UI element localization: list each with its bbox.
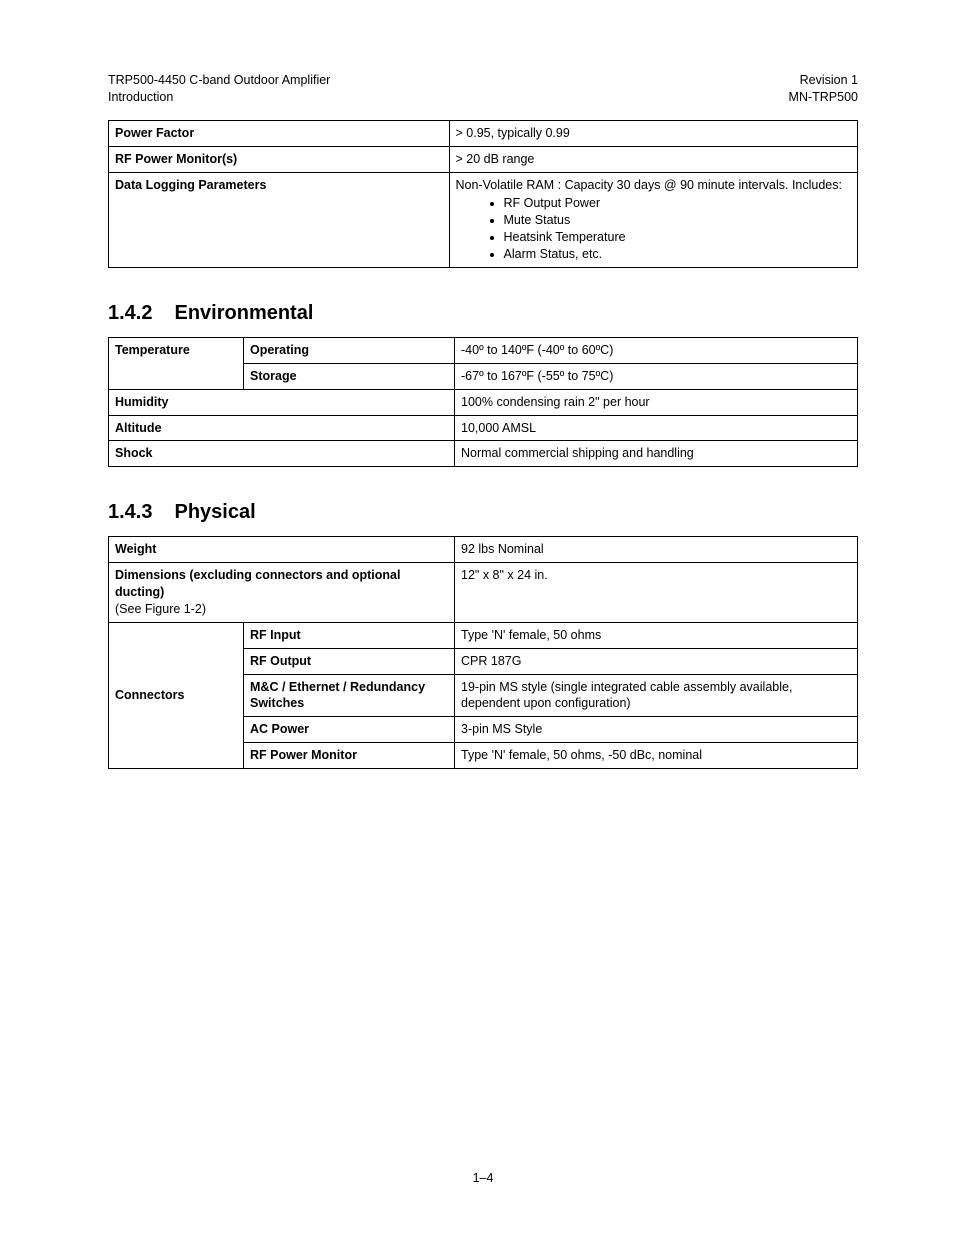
page-header: TRP500-4450 C-band Outdoor Amplifier Int… — [108, 72, 858, 106]
label-connectors: Connectors — [109, 622, 244, 768]
value-conn-rf-output: CPR 187G — [455, 648, 858, 674]
value-power-factor: > 0.95, typically 0.99 — [449, 120, 858, 146]
value-conn-mc: 19-pin MS style (single integrated cable… — [455, 674, 858, 717]
label-dimensions: Dimensions (excluding connectors and opt… — [109, 563, 455, 623]
value-dimensions: 12" x 8" x 24 in. — [455, 563, 858, 623]
header-left: TRP500-4450 C-band Outdoor Amplifier Int… — [108, 72, 330, 106]
header-right: Revision 1 MN-TRP500 — [789, 72, 858, 106]
spec-table-physical: Weight 92 lbs Nominal Dimensions (exclud… — [108, 536, 858, 769]
heading-physical: 1.4.3 Physical — [108, 501, 858, 524]
value-humidity: 100% condensing rain 2" per hour — [455, 389, 858, 415]
value-temp-operating: -40º to 140ºF (-40º to 60ºC) — [455, 337, 858, 363]
data-logging-lead: Non-Volatile RAM : Capacity 30 days @ 90… — [456, 178, 842, 192]
table-row: Connectors RF Input Type 'N' female, 50 … — [109, 622, 858, 648]
heading-num: 1.4.2 — [108, 302, 152, 325]
label-temp-storage: Storage — [244, 363, 455, 389]
label-conn-ac-power: AC Power — [244, 717, 455, 743]
label-humidity: Humidity — [109, 389, 455, 415]
label-weight: Weight — [109, 537, 455, 563]
spec-table-top: Power Factor > 0.95, typically 0.99 RF P… — [108, 120, 858, 268]
table-row: Shock Normal commercial shipping and han… — [109, 441, 858, 467]
header-docno: MN-TRP500 — [789, 89, 858, 106]
label-altitude: Altitude — [109, 415, 455, 441]
list-item: Mute Status — [504, 212, 852, 229]
page-number: 1–4 — [473, 1171, 494, 1185]
heading-title: Environmental — [174, 302, 313, 324]
label-temp-operating: Operating — [244, 337, 455, 363]
label-conn-rf-mon: RF Power Monitor — [244, 743, 455, 769]
value-temp-storage: -67º to 167ºF (-55º to 75ºC) — [455, 363, 858, 389]
value-weight: 92 lbs Nominal — [455, 537, 858, 563]
page: TRP500-4450 C-band Outdoor Amplifier Int… — [0, 0, 954, 1235]
label-power-factor: Power Factor — [109, 120, 450, 146]
table-row: Dimensions (excluding connectors and opt… — [109, 563, 858, 623]
value-conn-rf-mon: Type 'N' female, 50 ohms, -50 dBc, nomin… — [455, 743, 858, 769]
value-conn-rf-input: Type 'N' female, 50 ohms — [455, 622, 858, 648]
value-rf-monitor: > 20 dB range — [449, 146, 858, 172]
table-row: Weight 92 lbs Nominal — [109, 537, 858, 563]
list-item: Alarm Status, etc. — [504, 246, 852, 263]
label-shock: Shock — [109, 441, 455, 467]
heading-num: 1.4.3 — [108, 501, 152, 524]
label-rf-monitor: RF Power Monitor(s) — [109, 146, 450, 172]
label-conn-rf-output: RF Output — [244, 648, 455, 674]
header-section: Introduction — [108, 89, 330, 106]
spec-table-environmental: Temperature Operating -40º to 140ºF (-40… — [108, 337, 858, 467]
dimensions-label-ref: (See Figure 1-2) — [115, 602, 206, 616]
heading-title: Physical — [174, 501, 255, 523]
label-data-logging: Data Logging Parameters — [109, 172, 450, 267]
table-row: RF Power Monitor(s) > 20 dB range — [109, 146, 858, 172]
list-item: RF Output Power — [504, 195, 852, 212]
table-row: Power Factor > 0.95, typically 0.99 — [109, 120, 858, 146]
list-item: Heatsink Temperature — [504, 229, 852, 246]
label-conn-rf-input: RF Input — [244, 622, 455, 648]
value-shock: Normal commercial shipping and handling — [455, 441, 858, 467]
table-row: Altitude 10,000 AMSL — [109, 415, 858, 441]
label-temperature: Temperature — [109, 337, 244, 389]
table-row: Temperature Operating -40º to 140ºF (-40… — [109, 337, 858, 363]
header-revision: Revision 1 — [789, 72, 858, 89]
table-row: Data Logging Parameters Non-Volatile RAM… — [109, 172, 858, 267]
value-data-logging: Non-Volatile RAM : Capacity 30 days @ 90… — [449, 172, 858, 267]
value-conn-ac-power: 3-pin MS Style — [455, 717, 858, 743]
dimensions-label-bold: Dimensions (excluding connectors and opt… — [115, 568, 400, 599]
table-row: Humidity 100% condensing rain 2" per hou… — [109, 389, 858, 415]
label-conn-mc: M&C / Ethernet / Redundancy Switches — [244, 674, 455, 717]
data-logging-list: RF Output Power Mute Status Heatsink Tem… — [456, 195, 852, 263]
header-product: TRP500-4450 C-band Outdoor Amplifier — [108, 72, 330, 89]
page-footer: 1–4 — [108, 1171, 858, 1185]
value-altitude: 10,000 AMSL — [455, 415, 858, 441]
heading-environmental: 1.4.2 Environmental — [108, 302, 858, 325]
